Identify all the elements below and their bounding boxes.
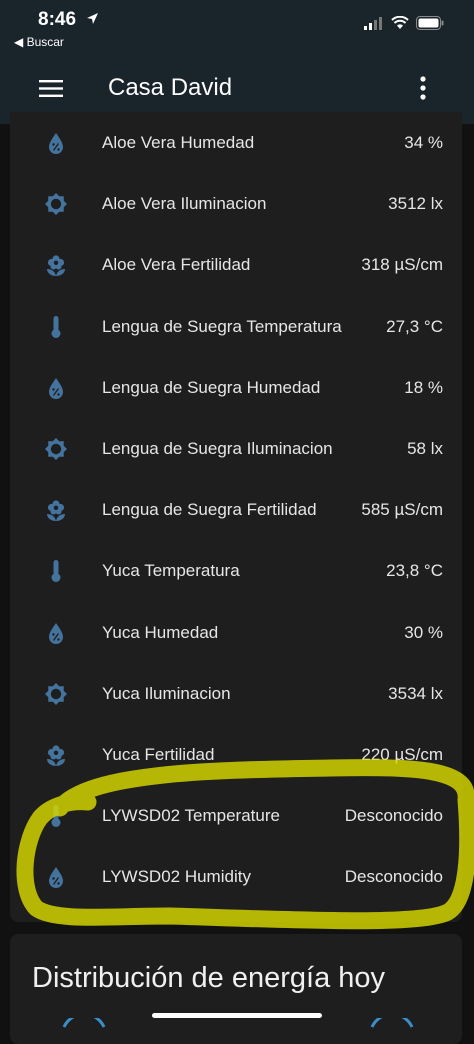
entity-label: Lengua de Suegra Humedad: [102, 377, 321, 397]
entity-label: Aloe Vera Iluminacion: [102, 194, 267, 214]
entity-label: Aloe Vera Humedad: [102, 133, 255, 152]
entity-row[interactable]: Lengua de Suegra Temperatura 27,3 °C: [10, 298, 462, 356]
thermometer-icon: [51, 560, 61, 583]
entity-label: Lengua de Suegra Temperatura: [102, 316, 342, 336]
energy-node-icon: [62, 1018, 106, 1028]
flower-icon: [47, 745, 65, 766]
entity-label: Yuca Fertilidad: [102, 745, 215, 764]
brightness-icon: [45, 682, 67, 705]
brightness-icon: [45, 438, 67, 460]
energy-card-title: Distribución de energía hoy: [32, 962, 386, 994]
entity-row[interactable]: Aloe Vera Iluminacion 3512 lx: [10, 175, 462, 233]
location-arrow-icon: [87, 13, 98, 24]
entity-label: Yuca Iluminacion: [102, 683, 231, 703]
water-percent-icon: [49, 622, 63, 644]
entity-label: Lengua de Suegra Fertilidad: [102, 500, 317, 520]
entity-label: Yuca Temperatura: [102, 561, 240, 581]
entity-value: 318 µS/cm: [361, 255, 443, 275]
entity-row[interactable]: Yuca Temperatura 23,8 °C: [10, 542, 462, 600]
entity-value: 23,8 °C: [386, 561, 443, 581]
entity-label: LYWSD02 Humidity: [102, 867, 251, 887]
entity-value: 18 %: [404, 377, 443, 397]
brightness-icon: [45, 193, 67, 216]
status-icons: [364, 16, 444, 30]
entity-value: 27,3 °C: [386, 316, 443, 336]
entity-row[interactable]: Aloe Vera Fertilidad 318 µS/cm: [10, 236, 462, 294]
status-time: 8:46: [38, 9, 77, 30]
entity-value: 30 %: [404, 622, 443, 642]
battery-icon: [416, 16, 444, 30]
app-title: Casa David: [108, 74, 233, 101]
entity-value: Desconocido: [344, 867, 443, 887]
entity-row[interactable]: LYWSD02 Humidity Desconocido: [10, 848, 462, 906]
entity-label: LYWSD02 Temperature: [102, 806, 280, 826]
menu-icon[interactable]: [39, 80, 63, 97]
water-percent-icon: [49, 377, 63, 399]
flower-icon: [47, 500, 65, 522]
more-vert-icon[interactable]: [415, 75, 431, 101]
water-percent-icon: [49, 867, 63, 889]
entity-row[interactable]: Lengua de Suegra Humedad 18 %: [10, 359, 462, 417]
entity-label: Aloe Vera Fertilidad: [102, 255, 251, 275]
flower-icon: [47, 255, 65, 277]
entity-row[interactable]: Lengua de Suegra Iluminacion 58 lx: [10, 420, 462, 478]
back-to-search-link[interactable]: ◀ Buscar: [14, 35, 64, 49]
entity-value: 585 µS/cm: [361, 500, 443, 520]
entity-label: Yuca Humedad: [102, 622, 219, 642]
entity-row[interactable]: Yuca Humedad 30 %: [10, 604, 462, 662]
entity-row[interactable]: LYWSD02 Temperature Desconocido: [10, 787, 462, 845]
signal-icon: [364, 16, 382, 30]
water-percent-icon: [49, 133, 63, 154]
entity-row[interactable]: Yuca Iluminacion 3534 lx: [10, 665, 462, 723]
energy-node-icon: [370, 1018, 414, 1028]
entity-label: Lengua de Suegra Iluminacion: [102, 439, 333, 458]
home-indicator: [152, 1013, 322, 1018]
entity-row[interactable]: Yuca Fertilidad 220 µS/cm: [10, 726, 462, 784]
entity-value: 3512 lx: [388, 194, 443, 214]
entity-row[interactable]: Aloe Vera Humedad 34 %: [10, 114, 462, 172]
entity-value: 58 lx: [407, 439, 443, 458]
entity-value: 3534 lx: [388, 683, 443, 703]
thermometer-icon: [51, 315, 61, 338]
thermometer-icon: [51, 805, 61, 828]
entity-value: 220 µS/cm: [361, 745, 443, 764]
entity-value: Desconocido: [344, 806, 443, 826]
entity-row[interactable]: Lengua de Suegra Fertilidad 585 µS/cm: [10, 481, 462, 539]
wifi-icon: [391, 16, 409, 29]
entity-value: 34 %: [404, 133, 443, 152]
